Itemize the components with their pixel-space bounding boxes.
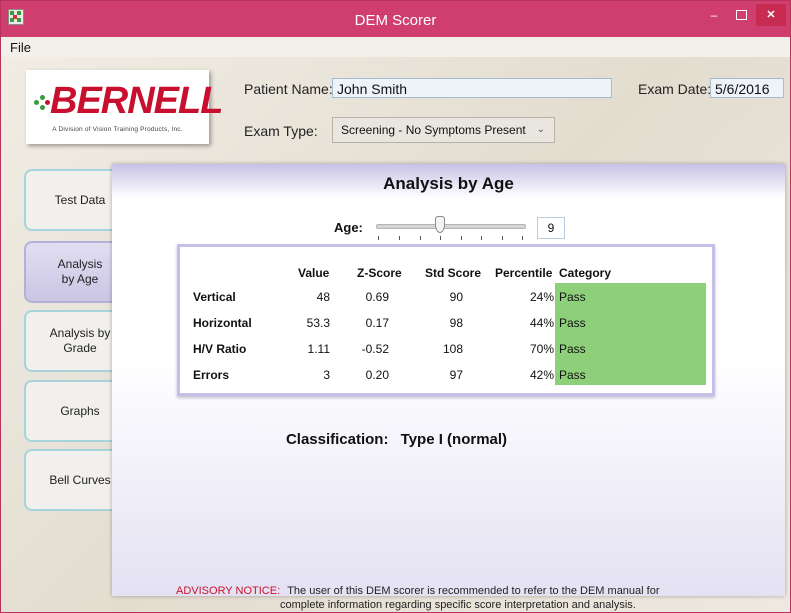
cell-std-score: 97 xyxy=(449,368,463,382)
slider-tick xyxy=(522,236,523,240)
classification-value: Type I (normal) xyxy=(400,431,508,448)
cell-zscore: 0.17 xyxy=(365,316,389,330)
classification-label: Classification: xyxy=(285,431,389,448)
menu-file[interactable]: File xyxy=(10,40,31,55)
cell-category: Pass xyxy=(559,290,586,304)
cell-zscore: 0.20 xyxy=(365,368,389,382)
col-header-zscore: Z-Score xyxy=(357,266,402,280)
bernell-logo: BERNELL A Division of Vision Training Pr… xyxy=(26,70,223,144)
close-button[interactable]: ✕ xyxy=(756,4,786,26)
age-slider[interactable] xyxy=(376,224,526,229)
cell-zscore: 0.69 xyxy=(365,290,389,304)
col-header-value: Value xyxy=(298,266,330,280)
col-header-category: Category xyxy=(559,266,612,280)
exam-type-select[interactable]: Screening - No Symptoms Present ⌄ xyxy=(332,117,555,143)
patient-name-input[interactable]: John Smith xyxy=(332,78,612,98)
slider-tick xyxy=(399,236,400,240)
cell-category: Pass xyxy=(559,316,586,330)
patient-name-label: Patient Name: xyxy=(244,81,333,97)
advisory-notice: ADVISORY NOTICE: The user of this DEM sc… xyxy=(176,584,660,612)
minimize-button[interactable]: – xyxy=(701,4,727,26)
panel-title: Analysis by Age xyxy=(383,174,514,193)
exam-type-label: Exam Type: xyxy=(244,123,318,139)
menu-bar: File xyxy=(1,37,790,57)
advisory-head: ADVISORY NOTICE: xyxy=(176,585,281,597)
cell-std-score: 90 xyxy=(449,290,463,304)
app-window: DEM Scorer – ✕ File BERNELL A Division o… xyxy=(0,0,791,613)
tab-label: Bell Curves xyxy=(49,472,111,487)
tab-label: Analysis by Grade xyxy=(49,326,111,355)
logo-name: BERNELL xyxy=(50,80,223,122)
slider-tick xyxy=(420,236,421,240)
cell-percentile: 24% xyxy=(529,290,554,304)
cell-value: 53.3 xyxy=(306,316,330,330)
col-header-std-score: Std Score xyxy=(425,266,482,280)
age-slider-thumb[interactable] xyxy=(435,216,445,233)
advisory-line2: complete information regarding specific … xyxy=(280,599,636,611)
exam-date-label: Exam Date: xyxy=(638,81,712,97)
classification: Classification: Type I (normal) xyxy=(1,431,790,448)
slider-tick xyxy=(502,236,503,240)
cell-std-score: 98 xyxy=(449,316,463,330)
chevron-down-icon: ⌄ xyxy=(536,124,545,135)
cell-percentile: 42% xyxy=(529,368,554,382)
tab-label: Test Data xyxy=(54,192,106,207)
title-bar[interactable]: DEM Scorer – ✕ xyxy=(1,1,790,37)
slider-tick xyxy=(440,236,441,240)
exam-date-input[interactable]: 5/6/2016 xyxy=(710,78,784,98)
exam-type-value: Screening - No Symptoms Present xyxy=(341,123,526,137)
window-title: DEM Scorer xyxy=(354,12,437,29)
cell-zscore: -0.52 xyxy=(361,342,389,356)
age-label: Age: xyxy=(334,220,363,235)
slider-tick xyxy=(461,236,462,240)
panel-header: Analysis by Age xyxy=(112,164,785,198)
slider-tick xyxy=(378,236,379,240)
row-label-errors: Errors xyxy=(193,368,230,382)
slider-tick xyxy=(481,236,482,240)
cell-category: Pass xyxy=(559,368,586,382)
col-header-percentile: Percentile xyxy=(495,266,553,280)
logo-tagline: A Division of Vision Training Products, … xyxy=(52,126,183,133)
cell-percentile: 70% xyxy=(529,342,554,356)
advisory-line1: The user of this DEM scorer is recommend… xyxy=(287,585,660,597)
tab-label: Analysis by Age xyxy=(57,257,103,286)
cell-value: 3 xyxy=(323,368,330,382)
tab-label: Graphs xyxy=(60,403,100,418)
cell-category: Pass xyxy=(559,342,586,356)
row-label-vertical: Vertical xyxy=(193,290,236,304)
cell-value: 1.11 xyxy=(307,342,330,356)
cell-value: 48 xyxy=(316,290,330,304)
cell-std-score: 108 xyxy=(442,342,463,356)
maximize-button[interactable] xyxy=(728,4,754,26)
row-label-hv-ratio: H/V Ratio xyxy=(193,342,247,356)
maximize-icon xyxy=(735,10,747,20)
row-label-horizontal: Horizontal xyxy=(193,316,252,330)
age-value-box[interactable]: 9 xyxy=(537,217,565,239)
cell-percentile: 44% xyxy=(529,316,554,330)
logo-dots-icon xyxy=(34,94,50,110)
